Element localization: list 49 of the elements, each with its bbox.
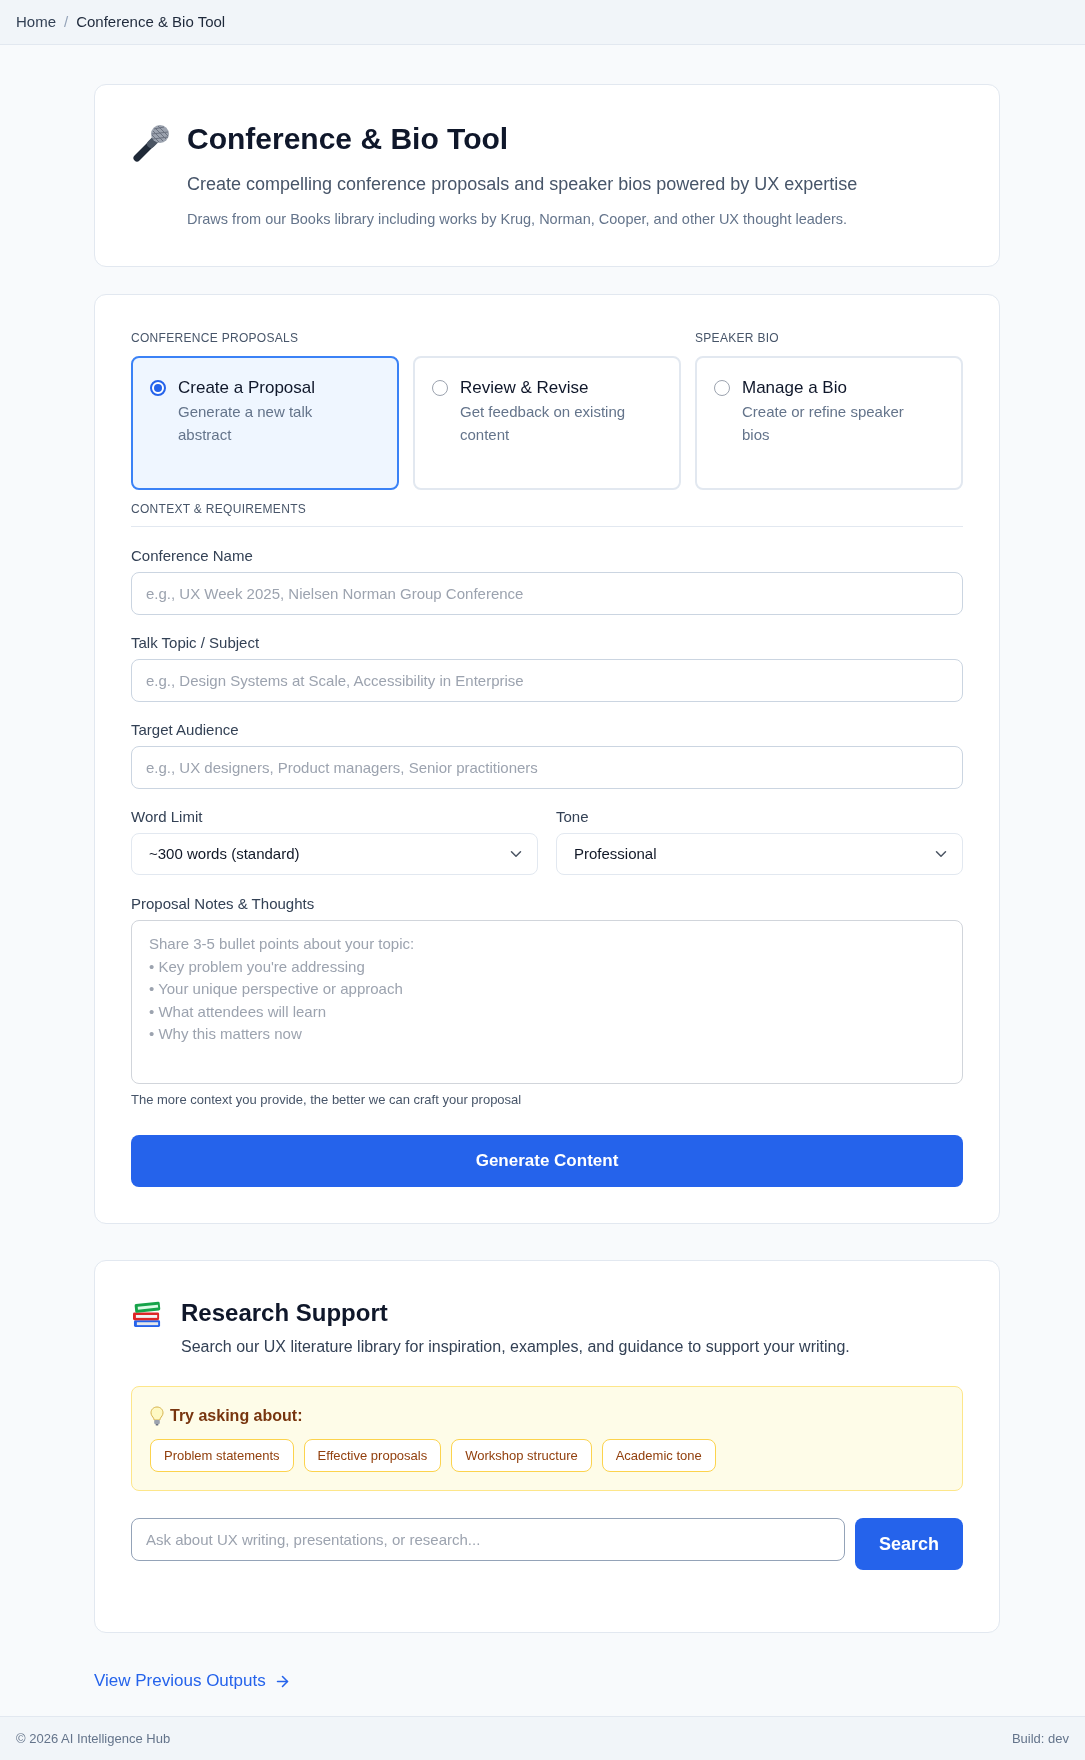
page-subtitle: Create compelling conference proposals and speaker bios powered by UX expertise: [187, 173, 858, 196]
notes-textarea[interactable]: Share 3-5 bullet points about your topic: • Key problem you're addressing • Your unique perspective or approach • What attendees will learn • Why this matters now: [131, 920, 963, 1084]
option-title: Create a Proposal: [178, 377, 316, 399]
mode-option-card[interactable]: Review & Revise Get feedback on existing content: [413, 356, 681, 490]
option-description: Get feedback on existing content: [460, 402, 627, 445]
generate-content-button[interactable]: Generate Content: [131, 1135, 963, 1187]
helper-text: The more context you provide, the better we can craft your proposal: [131, 1091, 522, 1109]
mode-option-card[interactable]: Create a Proposal Generate a new talk abstract: [131, 356, 399, 490]
search-input[interactable]: Ask about UX writing, presentations, or research...: [131, 1518, 845, 1561]
page-description: Draws from our Books library including works by Krug, Norman, Cooper, and other UX thought leaders.: [187, 210, 848, 229]
radio-button[interactable]: [150, 380, 166, 396]
option-title: Manage a Bio: [742, 377, 847, 399]
suggestion-chip[interactable]: Problem statements: [150, 1439, 294, 1472]
section-heading: CONTEXT & REQUIREMENTS: [131, 501, 307, 517]
build-info: Build: dev: [1011, 1729, 1069, 1748]
option-title: Review & Revise: [460, 377, 589, 399]
radio-button[interactable]: [432, 380, 448, 396]
field-label: Conference Name: [131, 546, 253, 566]
view-previous-outputs-link[interactable]: View Previous Outputs: [94, 1669, 291, 1693]
page-title: Conference & Bio Tool: [187, 121, 509, 157]
dropdown-select[interactable]: ~300 words (standard): [131, 833, 538, 875]
mode-option-card[interactable]: Manage a Bio Create or refine speaker bios: [695, 356, 963, 490]
field-label: Proposal Notes & Thoughts: [131, 894, 315, 914]
field-label: Tone: [556, 807, 589, 827]
text-input[interactable]: e.g., Design Systems at Scale, Accessibility in Enterprise: [131, 659, 963, 702]
option-description: Create or refine speaker bios: [742, 402, 905, 445]
suggestion-chip[interactable]: Effective proposals: [303, 1439, 442, 1472]
text-input[interactable]: e.g., UX designers, Product managers, Senior practitioners: [131, 746, 963, 789]
section-title: Research Support: [181, 1298, 388, 1328]
field-label: Target Audience: [131, 720, 239, 740]
group-label: CONFERENCE PROPOSALS: [131, 330, 299, 346]
breadcrumb-link[interactable]: Home: [16, 10, 56, 34]
microphone-icon: [131, 123, 171, 163]
breadcrumb-separator: /: [64, 11, 69, 32]
dropdown-select[interactable]: Professional: [556, 833, 963, 875]
radio-button[interactable]: [714, 380, 730, 396]
field-label: Word Limit: [131, 807, 203, 827]
group-label: SPEAKER BIO: [695, 330, 779, 346]
lightbulb-icon: [150, 1406, 164, 1426]
section-description: Search our UX literature library for inspiration, examples, and guidance to support your writing.: [181, 1337, 850, 1357]
search-button[interactable]: Search: [855, 1518, 963, 1570]
field-label: Talk Topic / Subject: [131, 633, 260, 653]
suggestion-chip[interactable]: Academic tone: [601, 1439, 716, 1472]
copyright-text: © 2026 AI Intelligence Hub: [16, 1729, 171, 1748]
text-input[interactable]: e.g., UX Week 2025, Nielsen Norman Group Conference: [131, 572, 963, 615]
option-description: Generate a new talk abstract: [178, 402, 314, 445]
breadcrumb-current: Conference & Bio Tool: [76, 11, 226, 32]
suggestion-chip[interactable]: Workshop structure: [451, 1439, 592, 1472]
suggestions-heading: Try asking about:: [170, 1406, 303, 1426]
